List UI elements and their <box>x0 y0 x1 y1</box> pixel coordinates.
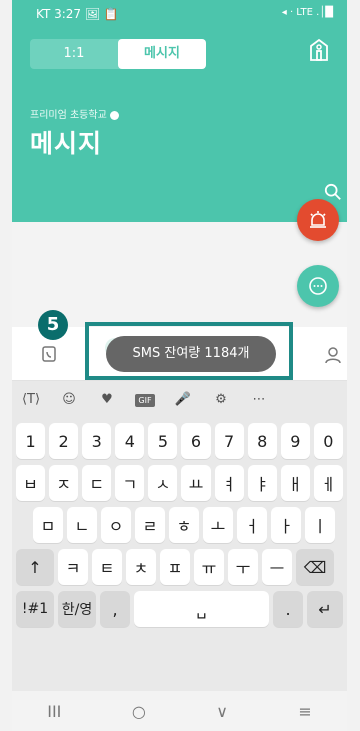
text-tool-icon[interactable]: ⟨T⟩ <box>12 392 50 407</box>
emoji-icon[interactable]: ☺ <box>50 392 88 407</box>
keyboard-toolbar: ⟨T⟩ ☺ ♥ GIF 🎤 ⚙ ⋯ <box>12 381 347 417</box>
key-ya[interactable]: ㅑ <box>247 465 277 501</box>
system-nav-bar: III ○ ∨ ≡ <box>12 691 347 731</box>
key-chieut[interactable]: ㅊ <box>126 549 156 585</box>
key-2[interactable]: 2 <box>49 423 79 459</box>
gif-icon[interactable]: GIF <box>126 392 164 407</box>
mic-icon[interactable]: 🎤 <box>164 392 202 407</box>
status-right: ◂ · LTE .│█ <box>281 7 333 18</box>
key-mieum[interactable]: ㅁ <box>33 507 63 543</box>
gif-label: GIF <box>135 393 155 407</box>
key-nieun[interactable]: ㄴ <box>67 507 97 543</box>
search-icon[interactable] <box>324 183 342 201</box>
step-badge: 5 <box>38 310 68 340</box>
key-row-2: ㅁ ㄴ ㅇ ㄹ ㅎ ㅗ ㅓ ㅏ ㅣ <box>33 507 347 543</box>
verified-icon <box>109 110 119 120</box>
space-key[interactable]: ␣ <box>134 591 269 627</box>
keyboard-switch-button[interactable]: ≡ <box>298 702 311 721</box>
key-row-3: ↑ ㅋ ㅌ ㅊ ㅍ ㅠ ㅜ ㅡ ⌫ <box>16 549 343 585</box>
status-left: KT 3:27 🖼 📋 <box>36 7 119 21</box>
sms-balance-toast: SMS 잔여량 1184개 <box>106 336 276 372</box>
recents-button[interactable]: III <box>47 702 61 721</box>
key-1[interactable]: 1 <box>16 423 46 459</box>
key-u[interactable]: ㅜ <box>228 549 258 585</box>
school-name-text: 프리미엄 초등학교 <box>30 110 107 121</box>
home-button[interactable]: ○ <box>132 702 146 721</box>
key-a[interactable]: ㅏ <box>271 507 301 543</box>
app-frame: KT 3:27 🖼 📋 ◂ · LTE .│█ 1:1 메시지 프리미엄 초등학… <box>12 0 347 731</box>
key-6[interactable]: 6 <box>181 423 211 459</box>
status-bar: KT 3:27 🖼 📋 ◂ · LTE .│█ <box>12 0 347 30</box>
key-ae[interactable]: ㅐ <box>280 465 310 501</box>
tab-1to1[interactable]: 1:1 <box>30 39 118 69</box>
symbol-key[interactable]: !#1 <box>16 591 54 627</box>
keyboard: ⟨T⟩ ☺ ♥ GIF 🎤 ⚙ ⋯ 1 2 3 4 5 6 7 8 9 0 ㅂ … <box>12 381 347 731</box>
key-yo[interactable]: ㅛ <box>181 465 211 501</box>
key-e[interactable]: ㅔ <box>313 465 343 501</box>
message-list <box>12 222 347 327</box>
key-9[interactable]: 9 <box>280 423 310 459</box>
new-chat-button[interactable] <box>297 265 339 307</box>
key-i[interactable]: ㅣ <box>305 507 335 543</box>
shift-key[interactable]: ↑ <box>16 549 54 585</box>
backspace-key[interactable]: ⌫ <box>296 549 334 585</box>
key-yu[interactable]: ㅠ <box>194 549 224 585</box>
key-kieuk[interactable]: ㅋ <box>58 549 88 585</box>
key-0[interactable]: 0 <box>313 423 343 459</box>
alarm-button[interactable] <box>297 199 339 241</box>
key-hieut[interactable]: ㅎ <box>169 507 199 543</box>
back-button[interactable]: ∨ <box>216 702 228 721</box>
enter-key[interactable]: ↵ <box>307 591 343 627</box>
key-digeut[interactable]: ㄷ <box>82 465 112 501</box>
more-icon[interactable]: ⋯ <box>240 392 278 407</box>
sticker-icon[interactable]: ♥ <box>88 392 126 407</box>
key-7[interactable]: 7 <box>214 423 244 459</box>
school-name: 프리미엄 초등학교 <box>30 106 119 121</box>
tab-message[interactable]: 메시지 <box>118 39 206 69</box>
key-5[interactable]: 5 <box>148 423 178 459</box>
key-pieup[interactable]: ㅍ <box>160 549 190 585</box>
key-row-4: !#1 한/영 , ␣ . ↵ <box>16 591 343 627</box>
contacts-tab-icon[interactable] <box>40 345 58 363</box>
key-8[interactable]: 8 <box>247 423 277 459</box>
key-giyeok[interactable]: ㄱ <box>115 465 145 501</box>
key-4[interactable]: 4 <box>115 423 145 459</box>
key-bieup[interactable]: ㅂ <box>16 465 46 501</box>
key-row-1: ㅂ ㅈ ㄷ ㄱ ㅅ ㅛ ㅕ ㅑ ㅐ ㅔ <box>16 465 343 501</box>
comma-key[interactable]: , <box>100 591 130 627</box>
key-siot[interactable]: ㅅ <box>148 465 178 501</box>
chat-bubble-icon <box>309 277 327 295</box>
key-o[interactable]: ㅗ <box>203 507 233 543</box>
siren-icon <box>310 211 326 228</box>
lang-switch-key[interactable]: 한/영 <box>58 591 96 627</box>
message-type-toggle: 1:1 메시지 <box>30 39 206 69</box>
profile-tab-icon[interactable] <box>323 345 343 365</box>
key-yeo[interactable]: ㅕ <box>214 465 244 501</box>
key-3[interactable]: 3 <box>82 423 112 459</box>
key-eo[interactable]: ㅓ <box>237 507 267 543</box>
key-eu[interactable]: ㅡ <box>262 549 292 585</box>
settings-icon[interactable]: ⚙ <box>202 392 240 407</box>
header: KT 3:27 🖼 📋 ◂ · LTE .│█ 1:1 메시지 프리미엄 초등학… <box>12 0 347 222</box>
key-rieul[interactable]: ㄹ <box>135 507 165 543</box>
page-title: 메시지 <box>30 129 103 158</box>
key-tieut[interactable]: ㅌ <box>92 549 122 585</box>
key-jieut[interactable]: ㅈ <box>49 465 79 501</box>
key-ieung[interactable]: ㅇ <box>101 507 131 543</box>
period-key[interactable]: . <box>273 591 303 627</box>
key-row-numbers: 1 2 3 4 5 6 7 8 9 0 <box>16 423 343 459</box>
school-icon[interactable] <box>307 38 331 62</box>
